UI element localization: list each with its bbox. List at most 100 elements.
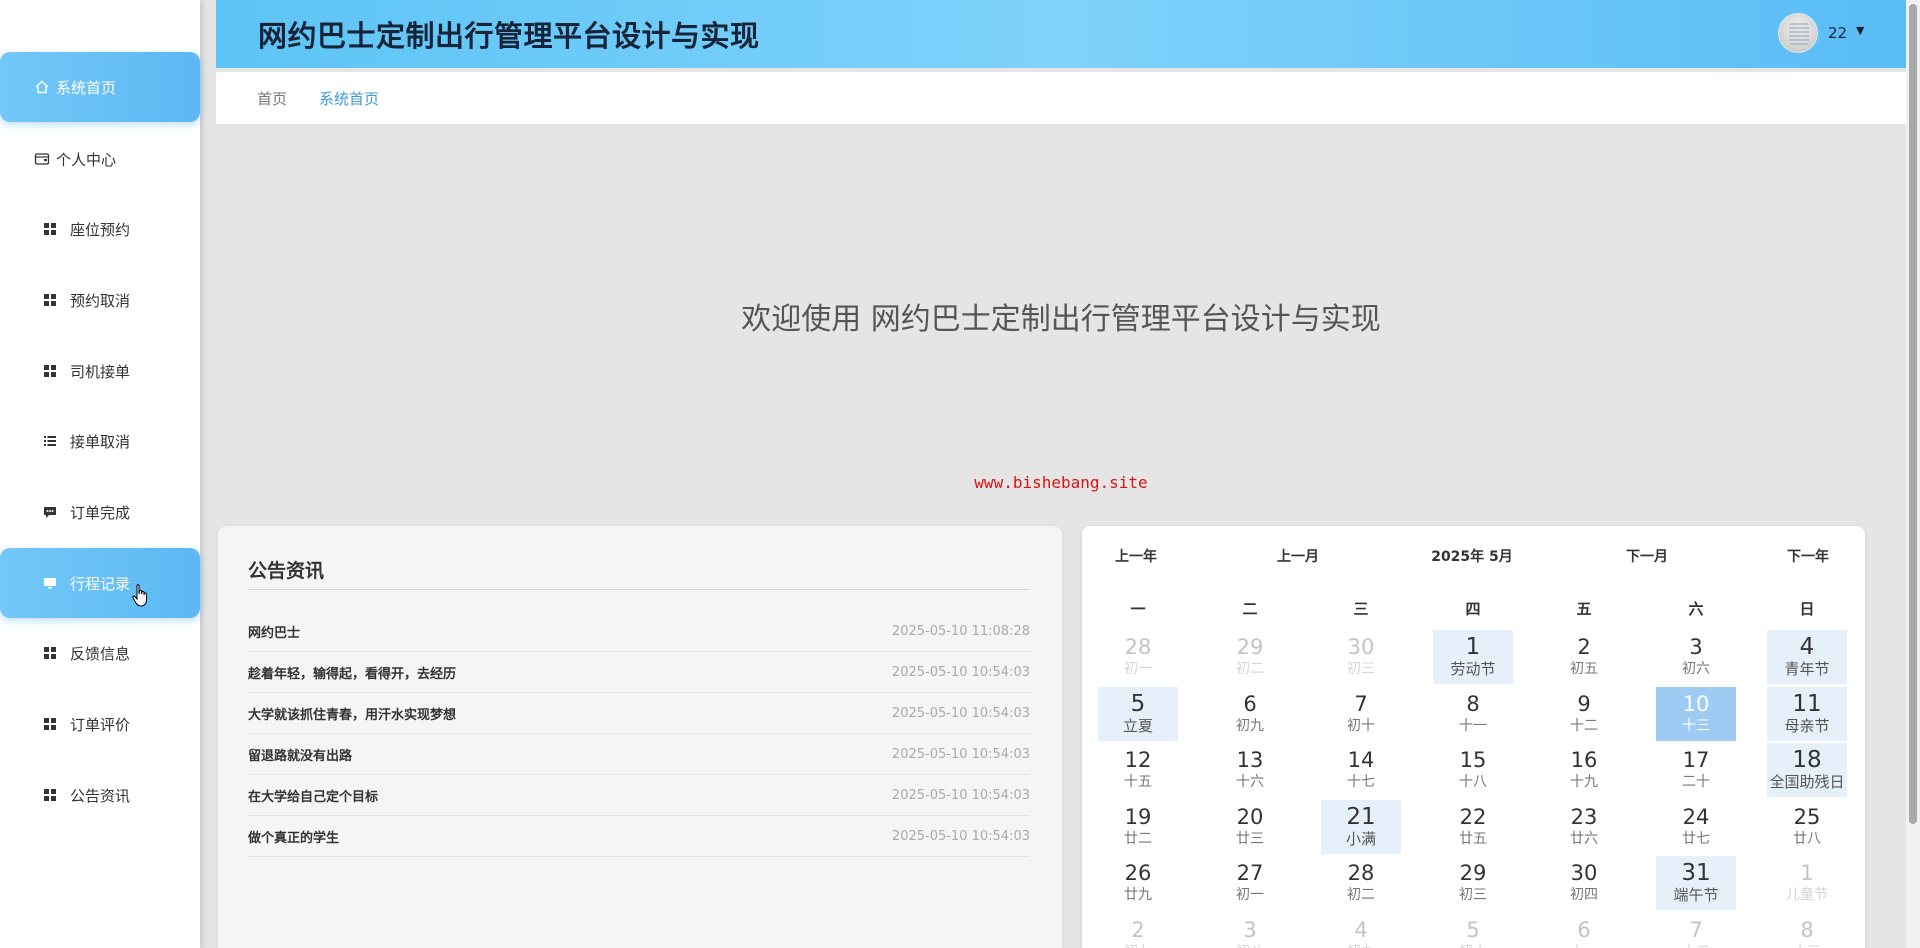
calendar-day[interactable]: 11 母亲节	[1767, 686, 1847, 741]
calendar-day-lunar: 初九	[1236, 717, 1264, 734]
calendar-day[interactable]: 20 廿三	[1210, 800, 1290, 854]
calendar-day[interactable]: 6十一	[1544, 913, 1624, 948]
caret-down-icon[interactable]: ▼	[1856, 24, 1864, 37]
calendar-day[interactable]: 2初七	[1098, 913, 1178, 948]
calendar-prev-month[interactable]: 上一月	[1248, 546, 1348, 566]
calendar-day-number: 12	[1124, 748, 1152, 772]
calendar-day-number: 17	[1682, 748, 1710, 772]
avatar[interactable]	[1778, 13, 1818, 53]
calendar-day[interactable]: 28 初二	[1321, 856, 1401, 910]
sidebar-item-label: 订单评价	[70, 715, 131, 734]
calendar-next-month[interactable]: 下一月	[1597, 546, 1697, 566]
calendar-day-lunar: 全国助残日	[1769, 773, 1845, 791]
calendar-day[interactable]: 23 廿六	[1544, 800, 1624, 854]
calendar-day[interactable]: 28 初一	[1098, 630, 1178, 684]
notice-item[interactable]: 留退路就没有出路 2025-05-10 10:54:03	[248, 734, 1030, 775]
calendar-day-lunar: 廿五	[1459, 830, 1487, 847]
calendar-day-lunar: 初五	[1570, 661, 1598, 677]
sidebar-item-order-complete[interactable]: 订单完成	[0, 477, 200, 547]
sidebar-item-feedback[interactable]: 反馈信息	[0, 618, 200, 688]
calendar-day-number: 30	[1570, 861, 1598, 885]
notice-item[interactable]: 趁着年轻，输得起，看得开，去经历 2025-05-10 10:54:03	[248, 652, 1030, 693]
calendar-day[interactable]: 2 初五	[1544, 630, 1624, 684]
calendar-day-lunar: 十八	[1459, 774, 1487, 790]
calendar-day[interactable]: 10 十三	[1656, 686, 1736, 741]
vertical-scrollbar[interactable]	[1906, 0, 1920, 948]
calendar-day[interactable]: 3 初六	[1656, 630, 1736, 684]
calendar-day-number: 29	[1236, 635, 1264, 659]
calendar-day[interactable]: 4初九	[1321, 913, 1401, 948]
calendar-day[interactable]: 7十二	[1656, 913, 1736, 948]
calendar-day-lunar: 十一	[1544, 943, 1624, 948]
calendar-day[interactable]: 4 青年节	[1767, 630, 1847, 684]
scrollbar-thumb[interactable]	[1909, 4, 1917, 824]
calendar-day[interactable]: 5初十	[1433, 913, 1513, 948]
calendar-day[interactable]: 12 十五	[1098, 743, 1178, 797]
calendar-next-year[interactable]: 下一年	[1758, 546, 1858, 566]
calendar-day-number: 3	[1689, 635, 1703, 659]
calendar-prev-year[interactable]: 上一年	[1086, 546, 1186, 566]
calendar-day-lunar: 初六	[1682, 661, 1710, 677]
sidebar-item-announcements[interactable]: 公告资讯	[0, 760, 200, 830]
calendar-day-number: 9	[1577, 691, 1591, 716]
calendar-day[interactable]: 26 廿九	[1098, 856, 1178, 910]
sidebar-item-profile[interactable]: 个人中心	[0, 124, 200, 194]
calendar-day[interactable]: 31 端午节	[1656, 856, 1736, 910]
calendar-day[interactable]: 27 初一	[1210, 856, 1290, 910]
sidebar-item-booking-cancel[interactable]: 预约取消	[0, 265, 200, 335]
calendar-day[interactable]: 9 十二	[1544, 687, 1624, 741]
sidebar-item-seat-booking[interactable]: 座位预约	[0, 194, 200, 264]
calendar-day[interactable]: 17 二十	[1656, 743, 1736, 797]
calendar-day[interactable]: 16 十九	[1544, 743, 1624, 797]
sidebar-item-trip-record[interactable]: 行程记录	[0, 548, 200, 618]
calendar-day-lunar: 初九	[1321, 943, 1401, 948]
notice-item-time: 2025-05-10 10:54:03	[891, 828, 1030, 844]
calendar-day[interactable]: 6 初九	[1210, 687, 1290, 741]
notice-item[interactable]: 在大学给自己定个目标 2025-05-10 10:54:03	[248, 775, 1030, 816]
calendar-day-lunar: 小满	[1345, 829, 1376, 848]
calendar-day[interactable]: 14 十七	[1321, 743, 1401, 797]
calendar-day[interactable]: 30 初三	[1321, 630, 1401, 684]
calendar-day[interactable]: 25 廿八	[1767, 800, 1847, 854]
calendar-day-number: 10	[1682, 691, 1710, 716]
sidebar-item-accept-cancel[interactable]: 接单取消	[0, 406, 200, 476]
notice-item[interactable]: 大学就该抓住青春，用汗水实现梦想 2025-05-10 10:54:03	[248, 693, 1030, 734]
calendar-day[interactable]: 8 十一	[1433, 687, 1513, 741]
calendar-day[interactable]: 13 十六	[1210, 743, 1290, 797]
calendar-day[interactable]: 15 十八	[1433, 743, 1513, 797]
calendar-day[interactable]: 19 廿二	[1098, 800, 1178, 854]
calendar-day[interactable]: 1 儿童节	[1767, 856, 1847, 910]
calendar-day-lunar: 廿八	[1793, 830, 1821, 847]
grid-icon	[42, 645, 58, 661]
calendar-day[interactable]: 18 全国助残日	[1767, 743, 1847, 797]
sidebar-item-label: 公告资讯	[70, 786, 131, 805]
calendar-day[interactable]: 24 廿七	[1656, 800, 1736, 854]
notice-item-time: 2025-05-10 10:54:03	[891, 705, 1030, 721]
calendar-day[interactable]: 3初八	[1210, 913, 1290, 948]
welcome-text: 欢迎使用 网约巴士定制出行管理平台设计与实现	[741, 302, 1381, 337]
user-name[interactable]: 22	[1828, 24, 1847, 42]
calendar-day[interactable]: 21 小满	[1321, 799, 1401, 854]
calendar-day[interactable]: 30 初四	[1544, 856, 1624, 910]
calendar-day-lunar: 初三	[1459, 887, 1487, 903]
sidebar-item-order-review[interactable]: 订单评价	[0, 689, 200, 759]
sidebar-item-home[interactable]: 系统首页	[0, 52, 200, 122]
calendar-day[interactable]: 22 廿五	[1433, 800, 1513, 854]
sidebar-item-driver-accept[interactable]: 司机接单	[0, 336, 200, 406]
calendar-day[interactable]: 1 劳动节	[1433, 630, 1513, 684]
calendar-day[interactable]: 8十三	[1767, 913, 1847, 948]
calendar-day[interactable]: 7 初十	[1321, 687, 1401, 741]
notice-item[interactable]: 做个真正的学生 2025-05-10 10:54:03	[248, 816, 1030, 857]
grid-icon	[42, 363, 58, 379]
calendar-day[interactable]: 29 初三	[1433, 856, 1513, 910]
calendar-day-number: 2	[1131, 917, 1145, 942]
calendar-day-lunar: 初二	[1236, 661, 1264, 677]
chat-icon	[42, 504, 58, 520]
calendar-day[interactable]: 5 立夏	[1098, 686, 1178, 741]
calendar-day-number: 23	[1570, 804, 1598, 829]
calendar-day[interactable]: 29 初二	[1210, 630, 1290, 684]
breadcrumb-home[interactable]: 首页	[257, 88, 287, 109]
calendar-day-number: 7	[1354, 691, 1368, 716]
notice-item[interactable]: 网约巴士 2025-05-10 11:08:28	[248, 611, 1030, 652]
calendar-day-lunar: 廿七	[1682, 830, 1710, 847]
